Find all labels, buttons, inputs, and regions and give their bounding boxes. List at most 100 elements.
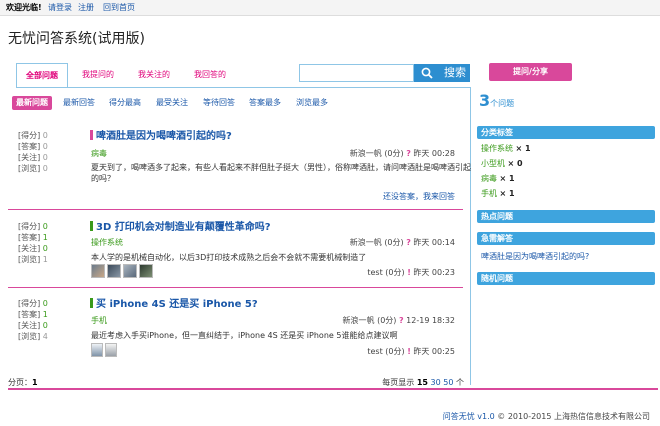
stat-value: 0 (42, 299, 48, 308)
answered-time: 昨天 00:23 (413, 268, 455, 277)
answerer-meta: test (0分) ! 昨天 00:25 (367, 347, 455, 357)
category-item[interactable]: 操作系统 × 1 (481, 144, 531, 154)
answerer-score: (0分) (385, 268, 405, 277)
attachment-thumbnails (91, 264, 155, 278)
thumbnail-image[interactable] (139, 264, 153, 278)
home-link[interactable]: 回到首页 (103, 3, 135, 13)
category-item[interactable]: 病毒 × 1 (481, 174, 515, 184)
stat-label: [关注] (18, 244, 41, 253)
tab-my-follows[interactable]: 我关注的 (128, 63, 180, 87)
per-page-30[interactable]: 30 (431, 378, 441, 387)
question-count-label: 个问题 (490, 99, 515, 108)
site-title: 无忧问答系统(试用版) (8, 31, 145, 47)
stat-value: 0 (42, 142, 48, 151)
tab-all-questions[interactable]: 全部问题 (16, 63, 68, 88)
login-link[interactable]: 请登录 (48, 3, 72, 13)
question-body: 本人学的是机械自动化，以后3D打印技术成熟之后会不会就不需要机械制造了 (91, 253, 367, 262)
question-meta: 新浪一帆 (0分) ? 12-19 18:32 (343, 316, 455, 326)
question-tag[interactable]: 操作系统 (91, 238, 123, 248)
question-tag[interactable]: 病毒 (91, 149, 107, 159)
tab-my-answers[interactable]: 我回答的 (184, 63, 236, 87)
category-name: 手机 (481, 189, 497, 198)
thumbnail-image[interactable] (105, 343, 117, 357)
per-page-50[interactable]: 50 (443, 378, 453, 387)
question-count: 3个问题 (479, 91, 514, 110)
question-item: [得分] 0 [答案] 1 [关注] 0 [浏览] 1 3D 打印机会对制造业有… (8, 221, 463, 283)
thumbnail-image[interactable] (91, 264, 105, 278)
ask-share-button[interactable]: 提问/分享 (489, 63, 572, 81)
question-stats: [得分] 0 [答案] 1 [关注] 0 [浏览] 1 (18, 221, 68, 265)
stat-label: [关注] (18, 321, 41, 330)
stat-label: [得分] (18, 222, 41, 231)
search-button[interactable]: 搜索 (414, 64, 470, 82)
category-count: × 1 (499, 189, 515, 198)
per-page-15[interactable]: 15 (417, 378, 428, 387)
answer-mark-icon: ! (407, 268, 411, 277)
question-tag[interactable]: 手机 (91, 316, 107, 326)
question-body: 最近考虑入手买iPhone，但一直纠结于，iPhone 4S 还是买 iPhon… (91, 331, 398, 340)
search-icon (421, 67, 433, 79)
category-marker (90, 221, 93, 231)
asker-name[interactable]: 新浪一帆 (343, 316, 375, 325)
sort-awaiting-answer[interactable]: 等待回答 (203, 96, 235, 110)
asker-name[interactable]: 新浪一帆 (350, 149, 382, 158)
sort-most-viewed[interactable]: 浏览最多 (296, 96, 328, 110)
question-title-link[interactable]: 啤酒肚是因为喝啤酒引起的吗? (90, 130, 232, 143)
asker-name[interactable]: 新浪一帆 (350, 238, 382, 247)
footer-brand-link[interactable]: 问答无忧 v1.0 (443, 412, 495, 421)
answer-link[interactable]: 还没答案，我来回答 (383, 191, 455, 202)
sort-latest-answers[interactable]: 最新回答 (63, 96, 95, 110)
category-item[interactable]: 小型机 × 0 (481, 159, 523, 169)
question-meta: 新浪一帆 (0分) ? 昨天 00:28 (350, 149, 455, 159)
current-page[interactable]: 1 (32, 378, 38, 387)
stat-label: [答案] (18, 310, 41, 319)
asked-time: 昨天 00:14 (413, 238, 455, 247)
answerer-name[interactable]: test (367, 268, 382, 277)
asked-time: 12-19 18:32 (406, 316, 455, 325)
question-stats: [得分] 0 [答案] 1 [关注] 0 [浏览] 4 (18, 298, 68, 342)
tab-my-questions[interactable]: 我提问的 (72, 63, 124, 87)
stat-value: 1 (42, 233, 48, 242)
thumbnail-image[interactable] (123, 264, 137, 278)
asker-score: (0分) (377, 316, 397, 325)
per-page-label: 每页显示 (382, 378, 415, 387)
stat-label: [浏览] (18, 332, 41, 341)
answerer-name[interactable]: test (367, 347, 382, 356)
sort-most-followed[interactable]: 最受关注 (156, 96, 188, 110)
stat-value: 1 (42, 255, 48, 264)
category-count: × 1 (499, 174, 515, 183)
pagination: 分页：1 (8, 377, 38, 388)
question-title-link[interactable]: 3D 打印机会对制造业有颠覆性革命吗? (90, 221, 271, 234)
stat-value: 0 (42, 244, 48, 253)
sort-highest-score[interactable]: 得分最高 (109, 96, 141, 110)
question-separator (8, 287, 463, 288)
question-title: 3D 打印机会对制造业有颠覆性革命吗? (96, 222, 271, 233)
question-body: 夏天到了，喝啤酒多了起来，有些人看起来不胖但肚子挺大（男性），俗称啤酒肚，请问啤… (91, 163, 471, 183)
question-mark-icon: ? (406, 238, 411, 247)
stat-value: 0 (42, 164, 48, 173)
answerer-score: (0分) (385, 347, 405, 356)
stat-value: 0 (42, 222, 48, 231)
question-item: [得分] 0 [答案] 1 [关注] 0 [浏览] 4 买 iPhone 4S … (8, 298, 463, 360)
question-title: 啤酒肚是因为喝啤酒引起的吗? (96, 131, 232, 142)
thumbnail-image[interactable] (107, 264, 121, 278)
category-item[interactable]: 手机 × 1 (481, 189, 515, 199)
question-stats: [得分] 0 [答案] 0 [关注] 0 [浏览] 0 (18, 130, 68, 174)
sort-most-answers[interactable]: 答案最多 (249, 96, 281, 110)
stat-label: [答案] (18, 142, 41, 151)
question-title-link[interactable]: 买 iPhone 4S 还是买 iPhone 5? (90, 298, 258, 311)
category-count: × 1 (515, 144, 531, 153)
stat-label: [答案] (18, 233, 41, 242)
answerer-meta: test (0分) ! 昨天 00:23 (367, 268, 455, 278)
question-title: 买 iPhone 4S 还是买 iPhone 5? (96, 299, 258, 310)
register-link[interactable]: 注册 (78, 3, 94, 13)
thumbnail-image[interactable] (91, 343, 103, 357)
sort-latest-questions[interactable]: 最新问题 (12, 96, 52, 110)
category-name: 操作系统 (481, 144, 513, 153)
urgent-question-link[interactable]: 啤酒肚是因为喝啤酒引起的吗? (481, 251, 589, 262)
stat-label: [得分] (18, 131, 41, 140)
question-mark-icon: ? (398, 316, 404, 325)
footer-copyright: © 2010-2015 上海热信信息技术有限公司 (497, 412, 650, 421)
search-input[interactable] (299, 64, 414, 82)
question-item: [得分] 0 [答案] 0 [关注] 0 [浏览] 0 啤酒肚是因为喝啤酒引起的… (8, 130, 471, 205)
